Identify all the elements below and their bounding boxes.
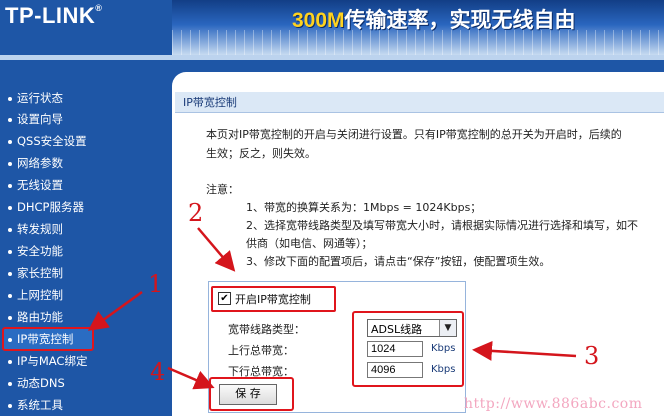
annotation-arrows	[87, 227, 577, 390]
annotation-4: 4	[150, 358, 166, 386]
arrow-2	[197, 227, 236, 272]
watermark: http://www.886abc.com	[464, 396, 643, 412]
arrow-4	[167, 366, 215, 390]
arrow-1	[87, 290, 143, 331]
arrow-3	[472, 340, 577, 361]
annotation-3: 3	[584, 342, 600, 370]
annotation-1: 1	[148, 270, 164, 298]
annotation-2: 2	[188, 199, 204, 227]
